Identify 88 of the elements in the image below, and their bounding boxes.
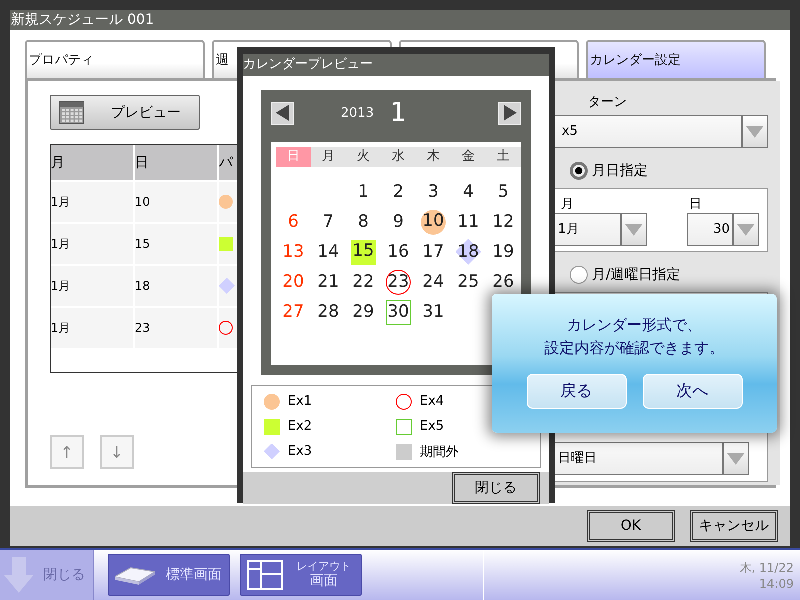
legend-label: Ex2 [288, 419, 312, 434]
table-cell: 1月 [51, 308, 133, 348]
column-header: 月 [51, 145, 133, 180]
table-cell: 1月 [51, 266, 133, 306]
right-triangle-icon [502, 105, 516, 121]
field-label: 日 [688, 196, 703, 213]
legend-label: Ex3 [288, 444, 312, 459]
calendar-day[interactable]: 27 [282, 301, 304, 323]
preview-button[interactable]: プレビュー [50, 95, 200, 130]
radio-button[interactable] [570, 266, 588, 284]
calendar-day[interactable]: 17 [422, 241, 444, 263]
calendar-day[interactable]: 28 [318, 301, 340, 323]
radio-label: 月日指定 [592, 162, 648, 180]
clock: 木, 11/22 14:09 [483, 550, 800, 600]
calendar-day[interactable]: 20 [282, 271, 304, 293]
tab[interactable]: プロパティ [25, 40, 205, 78]
weekday-header: 火 [346, 147, 381, 167]
month-label: 1 [390, 98, 408, 128]
calendar-day[interactable]: 5 [492, 181, 514, 203]
taskbar-button[interactable]: レイアウト 画面 [240, 554, 362, 596]
legend-label: Ex4 [420, 394, 444, 409]
calendar-day[interactable]: 13 [282, 241, 304, 263]
radio-button[interactable] [570, 162, 588, 180]
calendar-day[interactable]: 12 [492, 211, 514, 233]
calendar-day[interactable]: 15 [351, 240, 376, 264]
calendar-day[interactable]: 9 [388, 211, 410, 233]
calendar-day[interactable]: 14 [318, 241, 340, 263]
legend-label: Ex1 [288, 394, 312, 409]
calendar-day[interactable]: 19 [492, 241, 514, 263]
table-cell: 15 [135, 224, 217, 264]
calendar-day[interactable]: 25 [458, 271, 480, 293]
calendar-day[interactable]: 1 [352, 181, 374, 203]
calendar-day[interactable]: 24 [422, 271, 444, 293]
table-cell: 10 [135, 182, 217, 222]
legend-label: 期間外 [420, 444, 459, 460]
field-label: ターン [587, 94, 628, 111]
calendar-day[interactable]: 16 [388, 241, 410, 263]
tooltip-button[interactable]: 戻る [526, 374, 626, 409]
weekday-header: 水 [381, 147, 416, 167]
calendar-day[interactable]: 31 [422, 301, 444, 323]
dialog-button[interactable]: OK [587, 510, 675, 542]
tooltip-message: カレンダー形式で、 [567, 315, 702, 336]
calendar-day[interactable]: 3 [422, 181, 444, 203]
calendar-day[interactable]: 18 [456, 239, 482, 265]
down-arrow-icon [4, 557, 34, 593]
table-cell: 1月 [51, 182, 133, 222]
calendar-day[interactable]: 8 [352, 211, 374, 233]
tooltip-button[interactable]: 次へ [642, 374, 742, 409]
calendar-day[interactable]: 7 [318, 211, 340, 233]
weekday-header: 木 [416, 147, 451, 167]
calendar-day[interactable]: 6 [282, 211, 304, 233]
weekday-header: 日 [276, 147, 311, 167]
radio-label: 月/週曜日指定 [592, 266, 681, 284]
table-cell: 23 [135, 308, 217, 348]
layout-icon [247, 560, 283, 590]
field-label: 月 [560, 196, 575, 213]
window-title: 新規スケジュール 001 [10, 10, 790, 30]
calendar-day[interactable]: 11 [458, 211, 480, 233]
table-cell: 18 [135, 266, 217, 306]
year-label: 2013 [341, 106, 374, 120]
calendar-icon [59, 100, 85, 124]
weekday-header: 金 [451, 147, 486, 167]
calendar-day[interactable]: 21 [318, 271, 340, 293]
calendar-day[interactable]: 26 [492, 271, 514, 293]
calendar-day[interactable]: 10 [421, 210, 446, 234]
calendar-day[interactable]: 30 [386, 300, 411, 324]
calendar-day[interactable]: 4 [458, 181, 480, 203]
next-month-button[interactable] [498, 102, 521, 124]
calendar-day[interactable]: 23 [386, 270, 411, 294]
left-triangle-icon [276, 105, 290, 121]
dialog-title: カレンダープレビュー [243, 54, 549, 76]
calendar-day[interactable]: 22 [352, 271, 374, 293]
calendar-day[interactable]: 2 [388, 181, 410, 203]
weekday-header: 土 [486, 147, 521, 167]
weekday-header: 月 [311, 147, 346, 167]
tooltip-message: 設定内容が確認できます。 [544, 338, 724, 359]
table-cell: 1月 [51, 224, 133, 264]
dropdown-field[interactable]: 30 [687, 213, 759, 246]
close-button[interactable]: 閉じる [452, 472, 540, 504]
taskbar-button[interactable]: 標準画面 [108, 554, 230, 596]
previous-month-button[interactable] [271, 102, 294, 124]
tray-icon [115, 565, 155, 585]
calendar-day[interactable]: 29 [352, 301, 374, 323]
tab[interactable]: カレンダー設定 [586, 40, 766, 78]
legend-label: Ex5 [420, 419, 444, 434]
pattern-select[interactable]: x5 [553, 115, 768, 148]
dialog-button[interactable]: キャンセル [690, 510, 778, 542]
column-header: 日 [135, 145, 217, 180]
